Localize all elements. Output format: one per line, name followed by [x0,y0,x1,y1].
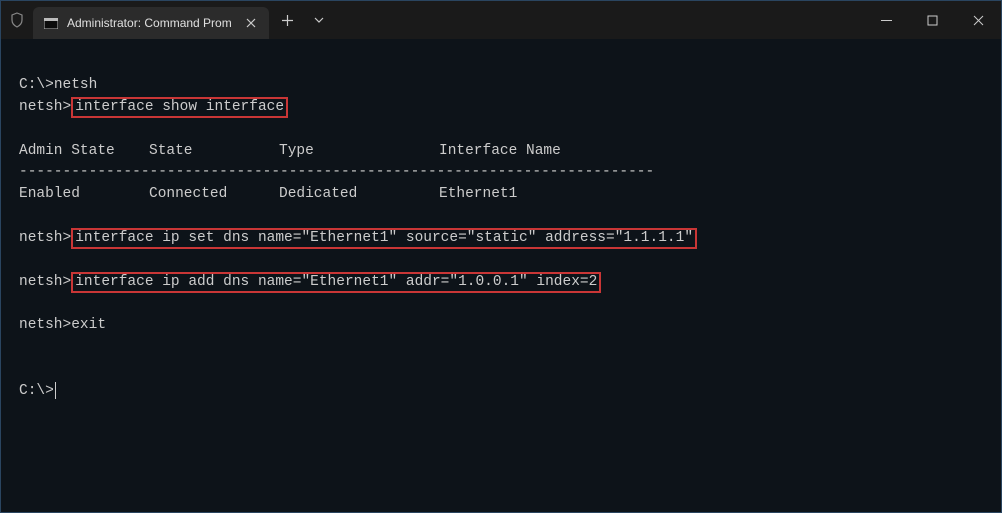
cmd-icon [43,15,59,31]
prompt-line: C:\> [19,381,983,403]
tab-close-button[interactable] [243,15,259,31]
table-header: Admin StateStateTypeInterface Name [19,141,983,163]
cmd-line: C:\>netsh [19,75,983,97]
cmd-line: netsh>exit [19,315,983,337]
titlebar: Administrator: Command Prom [1,1,1001,39]
cmd-line: netsh>interface ip add dns name="Etherne… [19,272,983,294]
highlight-box: interface ip add dns name="Ethernet1" ad… [71,272,601,293]
minimize-button[interactable] [863,1,909,39]
highlight-box: interface show interface [71,97,288,118]
cursor [55,382,56,399]
highlight-box: interface ip set dns name="Ethernet1" so… [71,228,697,249]
close-button[interactable] [955,1,1001,39]
tab-active[interactable]: Administrator: Command Prom [33,7,269,39]
table-row: EnabledConnectedDedicatedEthernet1 [19,184,983,206]
shield-icon [1,1,33,39]
table-separator: ----------------------------------------… [19,162,983,184]
cmd-line: netsh>interface show interface [19,97,983,119]
terminal-content[interactable]: C:\>netsh netsh>interface show interface… [1,39,1001,417]
tab-title: Administrator: Command Prom [67,16,235,30]
tab-dropdown-button[interactable] [305,1,333,39]
maximize-button[interactable] [909,1,955,39]
cmd-line: netsh>interface ip set dns name="Etherne… [19,228,983,250]
new-tab-button[interactable] [269,1,305,39]
